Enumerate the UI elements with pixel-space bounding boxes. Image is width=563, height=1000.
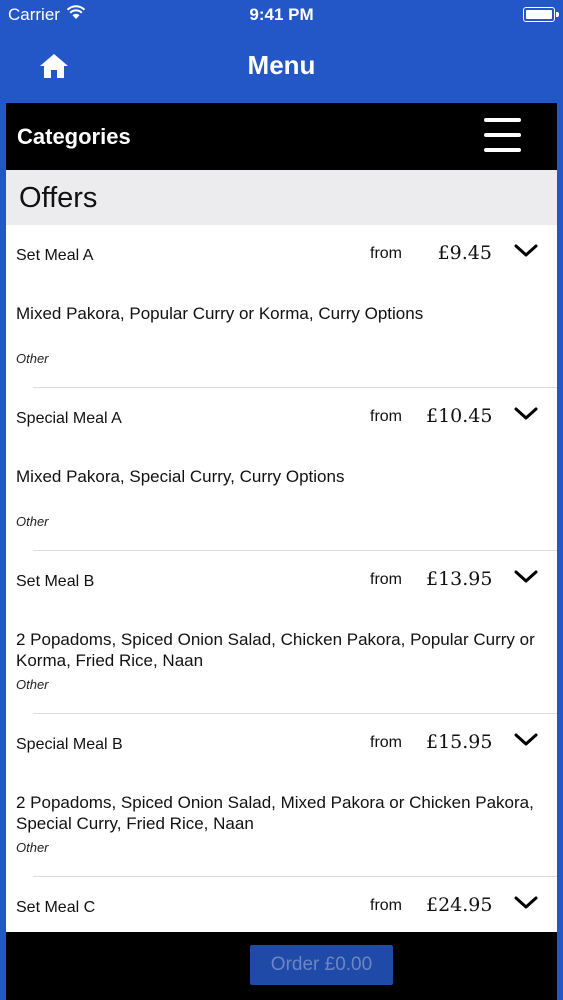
home-button[interactable] xyxy=(36,50,72,82)
item-type: Other xyxy=(16,840,49,855)
app-screen: Carrier 9:41 PM Menu Categories Offers S… xyxy=(0,0,563,1000)
item-price: £24.95 xyxy=(426,894,493,916)
item-price: £10.45 xyxy=(426,405,493,427)
bottom-bar: Order £0.00 xyxy=(6,932,557,1000)
hamburger-icon xyxy=(484,148,521,152)
chevron-down-icon[interactable] xyxy=(513,404,539,424)
page-title: Menu xyxy=(247,50,316,80)
item-price: £13.95 xyxy=(426,568,493,590)
item-type: Other xyxy=(16,351,49,366)
menu-item[interactable]: Set Meal C from £24.95 xyxy=(6,877,557,932)
item-price: £15.95 xyxy=(426,731,493,753)
categories-menu-button[interactable] xyxy=(484,118,521,152)
item-from-label: from xyxy=(370,897,402,914)
item-from-label: from xyxy=(370,408,402,425)
chevron-down-icon[interactable] xyxy=(513,567,539,587)
item-name: Special Meal B xyxy=(16,736,123,753)
menu-item-list: Set Meal A from £9.45 Mixed Pakora, Popu… xyxy=(6,225,557,932)
categories-bar: Categories xyxy=(6,103,557,170)
item-from-label: from xyxy=(370,734,402,751)
item-name: Special Meal A xyxy=(16,410,122,427)
item-description: 2 Popadoms, Spiced Onion Salad, Mixed Pa… xyxy=(16,793,534,833)
chevron-down-icon[interactable] xyxy=(513,241,539,261)
categories-label: Categories xyxy=(17,124,131,149)
menu-item[interactable]: Set Meal B from £13.95 2 Popadoms, Spice… xyxy=(6,551,557,714)
item-from-label: from xyxy=(370,571,402,588)
item-name: Set Meal A xyxy=(16,247,94,264)
section-header: Offers xyxy=(6,170,557,225)
item-name: Set Meal C xyxy=(16,899,96,916)
item-from-label: from xyxy=(370,245,402,262)
battery-icon xyxy=(523,7,559,22)
menu-item[interactable]: Set Meal A from £9.45 Mixed Pakora, Popu… xyxy=(6,225,557,388)
status-time: 9:41 PM xyxy=(249,5,314,24)
home-icon xyxy=(40,54,68,78)
item-description: 2 Popadoms, Spiced Onion Salad, Chicken … xyxy=(16,630,535,670)
hamburger-icon xyxy=(484,118,521,122)
hamburger-icon xyxy=(484,133,521,137)
nav-bar: Menu xyxy=(0,30,563,102)
menu-item[interactable]: Special Meal A from £10.45 Mixed Pakora,… xyxy=(6,388,557,551)
chevron-down-icon[interactable] xyxy=(513,893,539,913)
menu-item[interactable]: Special Meal B from £15.95 2 Popadoms, S… xyxy=(6,714,557,877)
item-name: Set Meal B xyxy=(16,573,95,590)
order-button[interactable]: Order £0.00 xyxy=(250,945,393,985)
item-description: Mixed Pakora, Special Curry, Curry Optio… xyxy=(16,467,345,486)
item-price: £9.45 xyxy=(437,242,492,264)
item-type: Other xyxy=(16,677,49,692)
chevron-down-icon[interactable] xyxy=(513,730,539,750)
status-bar: Carrier 9:41 PM xyxy=(0,0,563,30)
item-description: Mixed Pakora, Popular Curry or Korma, Cu… xyxy=(16,304,424,323)
item-type: Other xyxy=(16,514,49,529)
menu-panel: Categories Offers Set Meal A from £9.45 … xyxy=(6,103,557,932)
section-title: Offers xyxy=(19,182,98,214)
